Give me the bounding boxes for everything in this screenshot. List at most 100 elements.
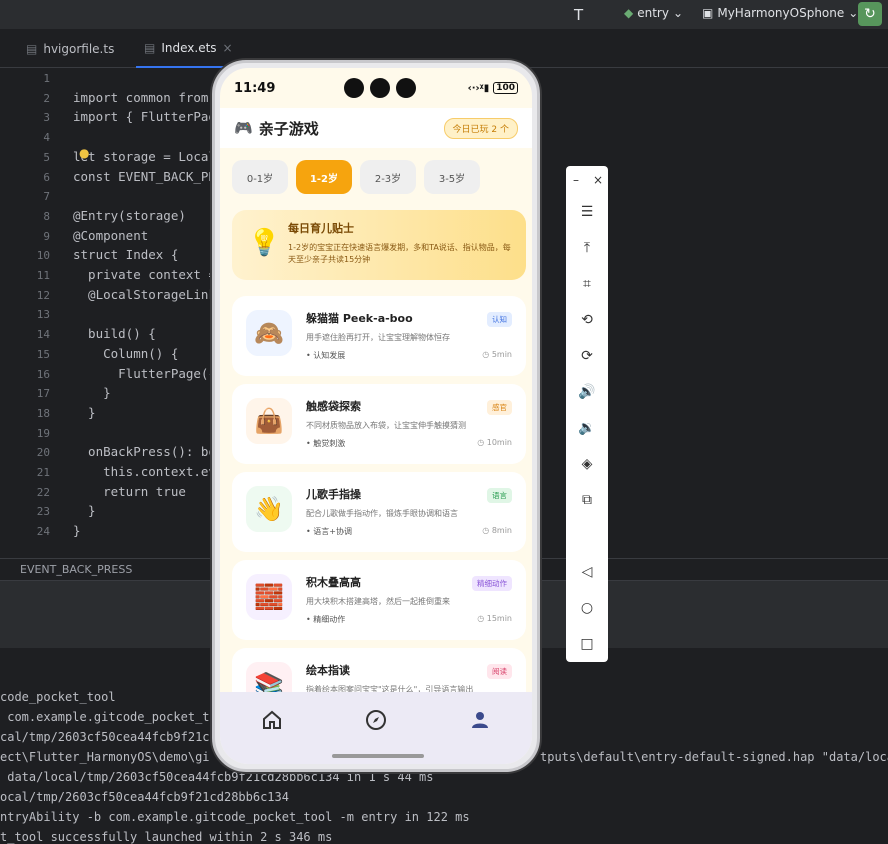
timer-icon: ◷	[477, 438, 487, 447]
game-title: 儿歌手指操	[306, 488, 361, 501]
code-line[interactable]: }	[73, 503, 96, 518]
home-indicator[interactable]	[332, 754, 424, 758]
line-number: 22	[36, 485, 50, 499]
device-label: MyHarmonyOSphone	[717, 6, 845, 20]
shake-icon[interactable]: ◈	[577, 454, 597, 474]
line-number: 10	[36, 249, 50, 263]
code-line[interactable]: @Entry(storage)	[73, 208, 186, 223]
volume-up-icon[interactable]: 🔊	[577, 382, 597, 402]
game-icon: 👜	[246, 398, 292, 444]
code-line[interactable]: this.context.ev	[73, 464, 216, 479]
app-header: 🎮 亲子游戏 今日已玩 2 个	[220, 108, 532, 148]
console-line: t_tool successfully launched within 2 s …	[0, 830, 333, 844]
chevron-down-icon: ⌄	[672, 6, 684, 20]
duration-label: 10min	[486, 438, 512, 447]
code-line[interactable]: FlutterPage({	[73, 366, 216, 381]
minimize-icon[interactable]: –	[566, 170, 586, 190]
tab-hvigorfile[interactable]: ▤ hvigorfile.ts	[18, 30, 122, 68]
skill-tag-label: 语言+协调	[313, 527, 352, 536]
code-line[interactable]: return true	[73, 484, 186, 499]
code-line[interactable]: import { FlutterPag	[73, 109, 216, 124]
bulb-icon[interactable]: ●	[79, 146, 89, 160]
close-icon[interactable]: ×	[223, 41, 233, 55]
code-line[interactable]: @Component	[73, 228, 148, 243]
duration: ◷ 8min	[482, 526, 512, 535]
camera-icon	[370, 78, 390, 98]
line-number: 18	[36, 406, 50, 420]
profile-icon[interactable]	[468, 708, 492, 732]
menu-icon[interactable]: ☰	[577, 202, 597, 222]
code-line[interactable]: }	[73, 523, 81, 538]
line-number: 15	[36, 347, 50, 361]
screenshot-icon[interactable]: ⧉	[577, 490, 597, 510]
emulator-toolbar: – × ☰ ⤒ ⌗ ⟲ ⟳ 🔊 🔉 ◈ ⧉ ◁ ○ □	[566, 166, 608, 662]
status-time: 11:49	[234, 80, 276, 96]
line-number: 12	[36, 288, 50, 302]
category-badge: 感官	[487, 400, 512, 415]
tab-label: Index.ets	[161, 41, 217, 55]
tab-age-2-3[interactable]: 2-3岁	[360, 160, 416, 194]
line-number: 5	[43, 150, 50, 164]
lightbulb-icon: 💡	[248, 228, 281, 258]
tab-age-0-1[interactable]: 0-1岁	[232, 160, 288, 194]
game-title: 躲猫猫 Peek-a-boo	[306, 312, 413, 325]
phone-screen[interactable]: 11:49 ‹·›ᵡ▮ 100 🎮 亲子游戏 今日已玩 2 个 0-1岁 1-2岁…	[220, 68, 532, 764]
crop-icon[interactable]: ⌗	[577, 274, 597, 294]
home-button-icon[interactable]: ○	[577, 598, 597, 618]
skill-tag: • 触觉刺激	[306, 438, 345, 449]
code-line[interactable]: const EVENT_BACK_PR	[73, 169, 216, 184]
signal-icon: ‹·›ᵡ▮	[467, 82, 490, 94]
code-line[interactable]: }	[73, 405, 96, 420]
tab-age-1-2[interactable]: 1-2岁	[296, 160, 352, 194]
module-icon: ◆	[624, 6, 634, 20]
code-line[interactable]: import common from	[73, 90, 208, 105]
compass-icon[interactable]	[364, 708, 388, 732]
timer-icon: ◷	[477, 614, 487, 623]
pin-top-icon[interactable]: ⤒	[577, 238, 597, 258]
tab-age-3-5[interactable]: 3-5岁	[424, 160, 480, 194]
recents-icon[interactable]: □	[577, 634, 597, 654]
line-number: 3	[43, 111, 50, 125]
line-number: 7	[43, 190, 50, 204]
back-icon[interactable]: ◁	[577, 562, 597, 582]
text-tool-icon[interactable]: T	[574, 6, 583, 24]
run-icon[interactable]: ↻	[858, 2, 882, 26]
played-count-badge: 今日已玩 2 个	[443, 117, 518, 139]
file-icon: ▤	[144, 41, 156, 55]
game-card[interactable]: 👜 触感袋探索 感官 不同材质物品放入布袋，让宝宝伸手触摸猜测 • 触觉刺激 ◷ 10mi…	[232, 384, 526, 464]
close-icon[interactable]: ×	[588, 170, 608, 190]
code-line[interactable]: struct Index {	[73, 247, 178, 262]
rotate-left-icon[interactable]: ⟲	[577, 310, 597, 330]
category-badge: 阅读	[487, 664, 512, 679]
home-icon[interactable]	[260, 708, 284, 732]
ide-toolbar: T ◆ entry ⌄ ▣ MyHarmonyOSphone ⌄ ↻	[0, 0, 888, 30]
game-card[interactable]: 🙈 躲猫猫 Peek-a-boo 认知 用手遮住脸再打开，让宝宝理解物体恒存 • 认知发…	[232, 296, 526, 376]
skill-tag-label: 认知发展	[313, 351, 346, 360]
code-line[interactable]: build() {	[73, 326, 156, 341]
parenting-tip-card: 💡 每日育儿贴士 1-2岁的宝宝正在快速语言爆发期，多和TA说话、指认物品，每天…	[232, 210, 526, 280]
tab-index[interactable]: ▤ Index.ets ×	[136, 30, 241, 68]
line-number: 23	[36, 505, 50, 519]
code-line[interactable]: Column() {	[73, 346, 178, 361]
rotate-right-icon[interactable]: ⟳	[577, 346, 597, 366]
code-line[interactable]: }	[73, 385, 111, 400]
console-line: ect\Flutter_HarmonyOS\demo\gi	[0, 750, 210, 764]
game-card[interactable]: 👋 儿歌手指操 语言 配合儿歌做手指动作，锻炼手眼协调和语言 • 语言+协调 ◷ 8min	[232, 472, 526, 552]
volume-down-icon[interactable]: 🔉	[577, 418, 597, 438]
line-number: 19	[36, 426, 50, 440]
line-number: 11	[36, 269, 50, 282]
module-selector[interactable]: ◆ entry ⌄	[624, 6, 683, 20]
device-selector[interactable]: ▣ MyHarmonyOSphone ⌄	[702, 6, 858, 20]
code-line[interactable]: onBackPress(): bo	[73, 444, 216, 459]
game-card[interactable]: 🧱 积木叠高高 精细动作 用大块积木搭建高塔，然后一起推倒重来 • 精细动作 ◷ 15mi…	[232, 560, 526, 640]
code-line[interactable]: let storage = Local	[73, 149, 216, 164]
code-line[interactable]: private context =	[73, 267, 216, 282]
line-number: 24	[36, 525, 50, 539]
line-gutter: 1 2 3 4 5 6 7 8 9 10 11 12 13 14 15 16 17 18 19 20 21 22 23 24	[10, 68, 60, 558]
game-title: 绘本指读	[306, 664, 350, 677]
line-number: 4	[43, 131, 50, 145]
code-line[interactable]: @LocalStorageLink	[73, 287, 216, 302]
tip-body: 1-2岁的宝宝正在快速语言爆发期，多和TA说话、指认物品，每天至少亲子共读15分…	[288, 243, 511, 264]
console-line: ocal/tmp/2603cf50cea44fcb9f21cd28bb6c134	[0, 790, 289, 804]
timer-icon: ◷	[482, 350, 492, 359]
